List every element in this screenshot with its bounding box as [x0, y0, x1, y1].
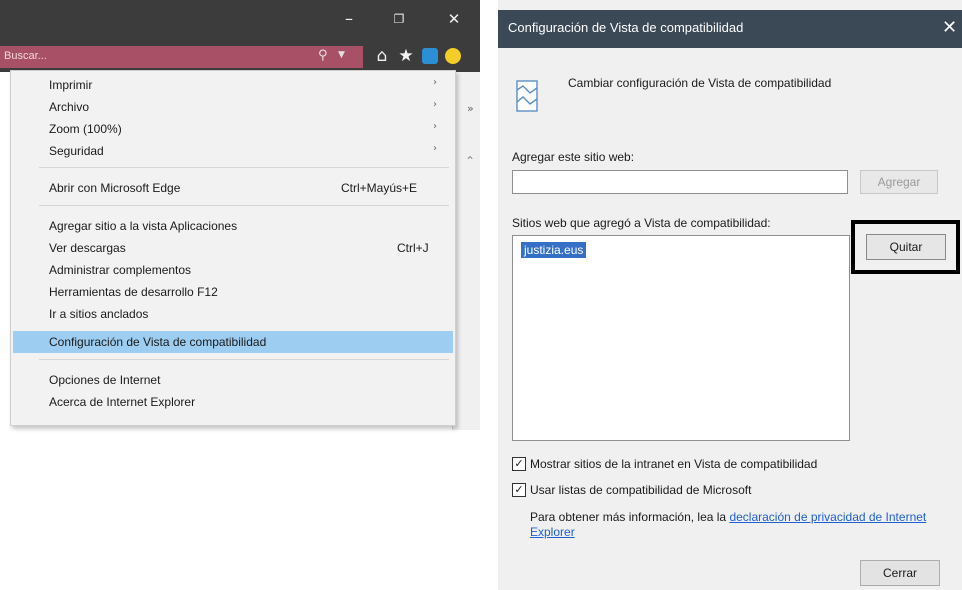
menu-item-label: Acerca de Internet Explorer — [49, 395, 196, 409]
menu-item-ir-a-sitios-anclados[interactable]: Ir a sitios anclados — [13, 303, 453, 325]
menu-item-archivo[interactable]: Archivo › — [13, 96, 453, 118]
intranet-checkbox[interactable]: ✓ — [512, 457, 526, 471]
add-button[interactable]: Agregar — [860, 170, 938, 194]
menu-item-label: Abrir con Microsoft Edge — [49, 181, 181, 195]
sites-list[interactable]: justizia.eus — [512, 235, 850, 441]
add-site-input[interactable] — [512, 170, 848, 194]
minimize-icon[interactable]: – — [340, 10, 358, 28]
submenu-arrow-icon: › — [433, 99, 437, 110]
menu-item-label: Imprimir — [49, 78, 93, 92]
menu-item-ver-descargas[interactable]: Ver descargas Ctrl+J — [13, 237, 453, 259]
dialog-header-text: Cambiar configuración de Vista de compat… — [568, 76, 832, 90]
menu-item-shortcut: Ctrl+J — [397, 241, 429, 255]
menu-item-imprimir[interactable]: Imprimir › — [13, 74, 453, 96]
menu-item-label: Seguridad — [49, 144, 104, 158]
menu-item-label: Ver descargas — [49, 241, 126, 255]
ms-lists-checkbox-label: Usar listas de compatibilidad de Microso… — [530, 483, 752, 497]
tools-menu: Imprimir › Archivo › Zoom (100%) › Seguridad › A… — [10, 70, 456, 426]
menu-item-administrar-complementos[interactable]: Administrar complementos — [13, 259, 453, 281]
close-icon[interactable]: ✕ — [445, 10, 463, 28]
menu-item-label: Agregar sitio a la vista Aplicaciones — [49, 219, 238, 233]
restore-icon[interactable]: ❐ — [390, 10, 408, 28]
menu-separator — [39, 359, 449, 360]
ie-toolbar: Buscar... ⚲ ▼ ⌂ ★ — [0, 40, 480, 72]
menu-item-label: Opciones de Internet — [49, 373, 161, 387]
menu-separator — [39, 167, 449, 168]
menu-item-label: Herramientas de desarrollo F12 — [49, 285, 218, 299]
menu-item-label: Archivo — [49, 100, 90, 114]
privacy-info-text: Para obtener más información, lea la — [530, 510, 727, 524]
menu-item-label: Administrar complementos — [49, 263, 192, 277]
compat-view-dialog: Configuración de Vista de compatibilidad… — [498, 0, 962, 590]
menu-item-configuracion-de-vista-de-compatibilidad[interactable]: Configuración de Vista de compatibilidad — [13, 331, 453, 353]
favorites-star-icon[interactable]: ★ — [396, 46, 416, 66]
search-input[interactable]: Buscar... ⚲ ▼ — [0, 46, 363, 68]
add-site-label: Agregar este sitio web: — [512, 150, 635, 164]
close-button[interactable]: Cerrar — [860, 560, 940, 586]
ie-titlebar: – ❐ ✕ — [0, 0, 480, 40]
submenu-arrow-icon: › — [433, 121, 437, 132]
list-item[interactable]: justizia.eus — [521, 242, 587, 258]
menu-item-opciones-de-internet[interactable]: Opciones de Internet — [13, 369, 453, 391]
sites-list-label: Sitios web que agregó a Vista de compati… — [512, 216, 771, 230]
chevron-down-icon[interactable]: ▼ — [338, 50, 345, 60]
compat-page-icon — [516, 80, 538, 112]
menu-item-abrir-con-microsoft-edge[interactable]: Abrir con Microsoft Edge Ctrl+Mayús+E — [13, 177, 453, 199]
chevron-right-icon[interactable]: » — [467, 102, 474, 115]
dialog-titlebar: Configuración de Vista de compatibilidad… — [498, 10, 962, 48]
search-icon[interactable]: ⚲ — [318, 48, 328, 63]
page-edge: » ⌃ — [452, 72, 480, 430]
menu-item-shortcut: Ctrl+Mayús+E — [341, 181, 418, 195]
tools-gear-icon[interactable] — [420, 46, 440, 66]
dialog-close-icon[interactable]: ✕ — [942, 17, 957, 38]
search-placeholder: Buscar... — [4, 50, 47, 62]
menu-item-label: Configuración de Vista de compatibilidad — [49, 335, 267, 349]
menu-item-agregar-sitio-a-la-vista-aplicaciones[interactable]: Agregar sitio a la vista Aplicaciones — [13, 215, 453, 237]
remove-button-highlight: Quitar — [851, 220, 960, 274]
menu-item-acerca-de-internet-explorer[interactable]: Acerca de Internet Explorer — [13, 391, 453, 413]
menu-item-seguridad[interactable]: Seguridad › — [13, 140, 453, 162]
menu-item-zoom-100[interactable]: Zoom (100%) › — [13, 118, 453, 140]
scroll-up-icon[interactable]: ⌃ — [465, 154, 475, 168]
ms-lists-checkbox[interactable]: ✓ — [512, 483, 526, 497]
menu-item-label: Zoom (100%) — [49, 122, 122, 136]
home-icon[interactable]: ⌂ — [372, 46, 392, 66]
intranet-checkbox-label: Mostrar sitios de la intranet en Vista d… — [530, 457, 818, 471]
dialog-title: Configuración de Vista de compatibilidad — [508, 20, 744, 35]
menu-item-herramientas-de-desarrollo-f12[interactable]: Herramientas de desarrollo F12 — [13, 281, 453, 303]
privacy-info: Para obtener más información, lea la dec… — [530, 510, 950, 540]
submenu-arrow-icon: › — [433, 77, 437, 88]
feedback-smiley-icon[interactable] — [443, 46, 463, 66]
remove-button[interactable]: Quitar — [866, 234, 946, 260]
submenu-arrow-icon: › — [433, 143, 437, 154]
menu-separator — [39, 205, 449, 206]
menu-item-label: Ir a sitios anclados — [49, 307, 149, 321]
